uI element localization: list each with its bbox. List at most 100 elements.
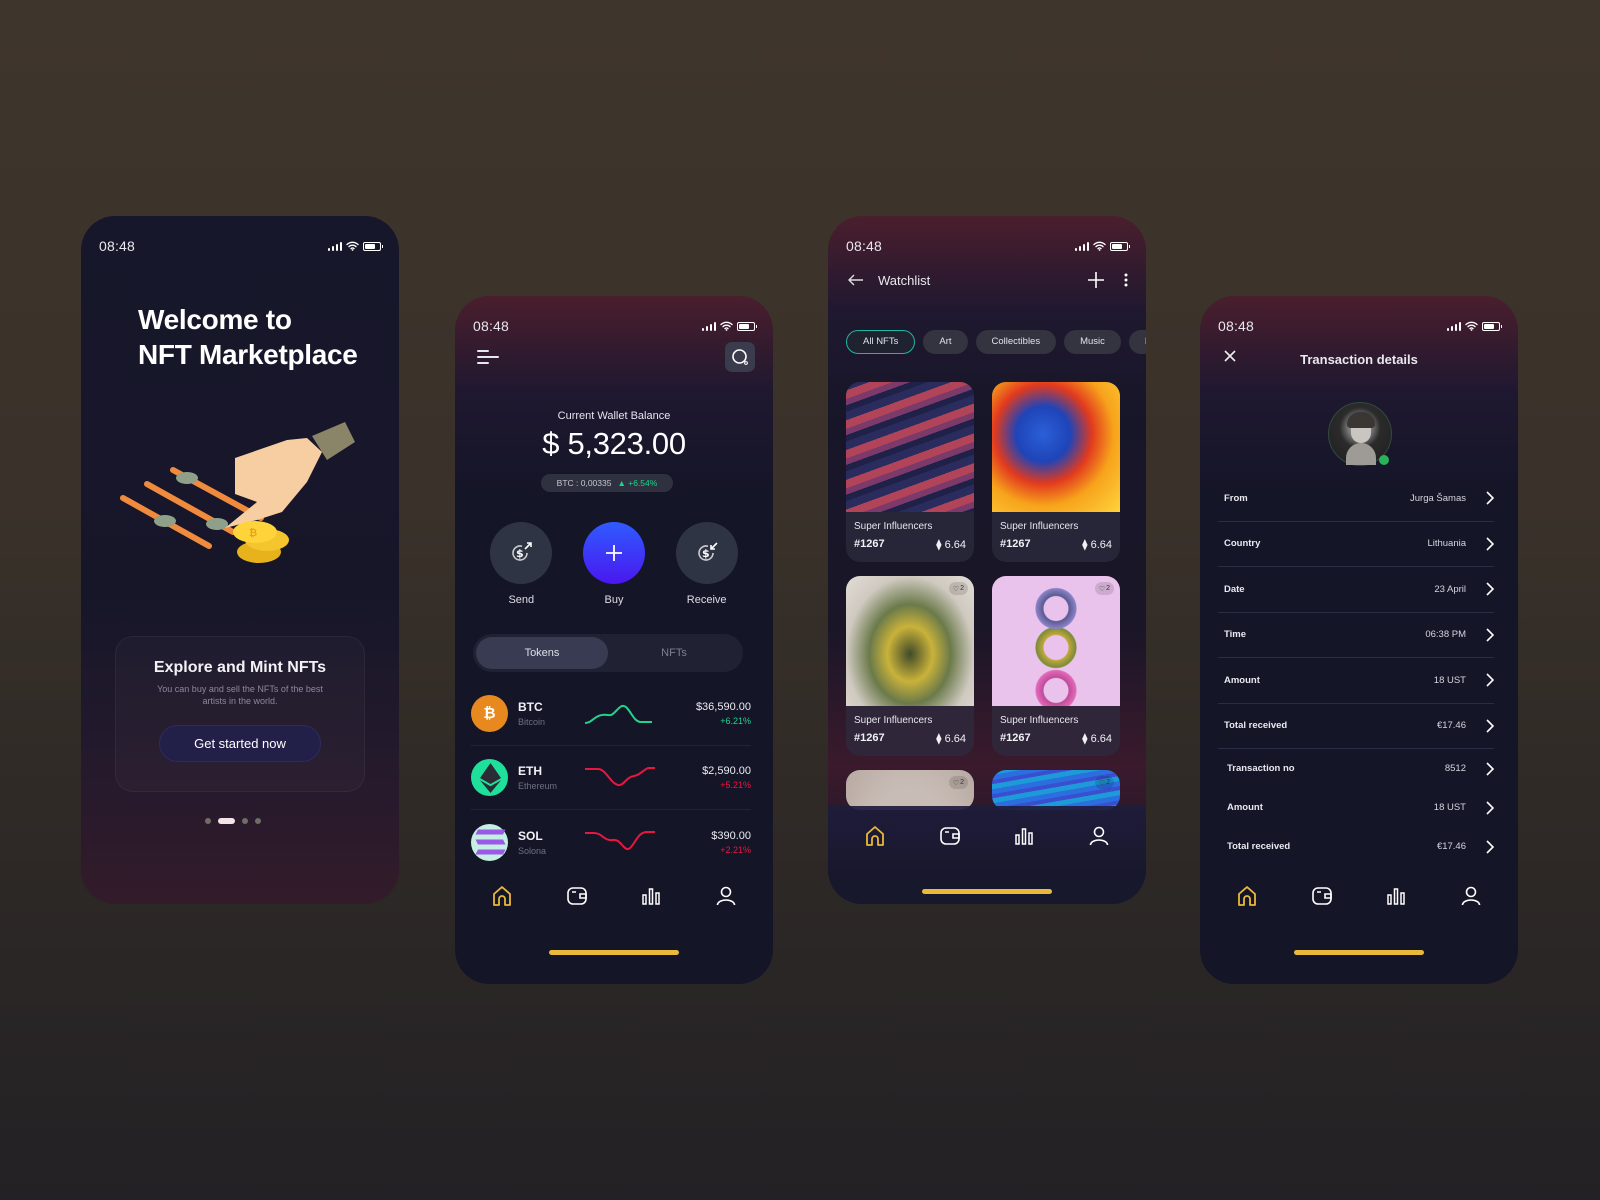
nft-card[interactable]: ♡ 2: [992, 770, 1120, 810]
detail-row[interactable]: From Jurga Šamas: [1218, 476, 1494, 522]
nft-collection: Super Influencers: [1000, 715, 1079, 726]
nav-stats[interactable]: [1376, 876, 1416, 916]
nft-card[interactable]: Super Influencers #1267 ⧫ 6.64: [992, 382, 1120, 562]
like-badge[interactable]: ♡ 2: [948, 776, 968, 789]
bottom-nav: [1200, 876, 1518, 916]
chip-all-nfts[interactable]: All NFTs: [846, 330, 916, 354]
wallet-icon: [566, 887, 587, 905]
chip-collectibles[interactable]: Collectibles: [975, 330, 1057, 354]
watchlist-screen: 08:48 Watchlist All NFTs Art Collectible…: [828, 216, 1146, 904]
page-indicator[interactable]: [205, 818, 261, 824]
token-row-sol[interactable]: SOL Solona $390.00 +2.21%: [471, 810, 751, 874]
sender-avatar[interactable]: [1328, 402, 1392, 466]
nft-image: ♡ 2: [846, 576, 974, 706]
nft-collection: Super Influencers: [854, 715, 933, 726]
heart-icon: ♡: [1098, 779, 1106, 787]
send-button[interactable]: $ Send: [486, 522, 556, 606]
status-time: 08:48: [99, 238, 136, 254]
page-dot[interactable]: [205, 818, 211, 824]
title-line-1: Welcome to: [138, 304, 292, 335]
nav-home[interactable]: [1227, 876, 1267, 916]
nft-price: ⧫ 6.64: [1082, 733, 1112, 745]
detail-row[interactable]: Time 06:38 PM: [1218, 613, 1494, 658]
get-started-button[interactable]: Get started now: [159, 725, 321, 762]
nft-id: #1267: [854, 732, 885, 744]
status-time: 08:48: [473, 318, 510, 334]
status-bar: 08:48: [1218, 318, 1502, 334]
bitcoin-icon: ₿: [471, 695, 508, 732]
chip-music[interactable]: Music: [1064, 330, 1121, 354]
nav-profile[interactable]: [706, 876, 746, 916]
receive-dollar-icon: $: [697, 542, 718, 561]
detail-row[interactable]: Amount 18 UST: [1218, 658, 1494, 704]
wallet-screen: 08:48 Current Wallet Balance $ 5,323.00 …: [455, 296, 773, 984]
like-badge[interactable]: ♡ 2: [1094, 776, 1114, 789]
wifi-icon: [346, 241, 359, 251]
detail-row[interactable]: Amount 18 UST: [1218, 788, 1494, 827]
more-vertical-icon[interactable]: [1124, 273, 1128, 287]
chip-art[interactable]: Art: [923, 330, 968, 354]
detail-label: Transaction no: [1227, 763, 1295, 774]
detail-row[interactable]: Transaction no 8512: [1218, 749, 1494, 788]
nft-id: #1267: [854, 538, 885, 550]
receive-button[interactable]: $ Receive: [672, 522, 742, 606]
battery-icon: [1482, 321, 1502, 331]
detail-value: Jurga Šamas: [1410, 492, 1466, 504]
detail-row[interactable]: Country Lithuania: [1218, 522, 1494, 567]
category-filter: All NFTs Art Collectibles Music Photo: [846, 330, 1146, 354]
detail-row[interactable]: Total received €17.46: [1218, 827, 1494, 866]
bar-chart-icon: [642, 888, 660, 905]
nft-image: ♡ 2: [992, 770, 1120, 810]
battery-icon: [737, 321, 757, 331]
nft-card[interactable]: ♡ 2 Super Influencers #1267 ⧫ 6.64: [992, 576, 1120, 756]
nav-stats[interactable]: [1004, 816, 1044, 856]
chip-photo[interactable]: Photo: [1128, 330, 1146, 354]
nft-grid: Super Influencers #1267 ⧫ 6.64 Super Infl…: [846, 382, 1120, 810]
nav-profile[interactable]: [1079, 816, 1119, 856]
nft-card[interactable]: Super Influencers #1267 ⧫ 6.64: [846, 382, 974, 562]
nft-id: #1267: [1000, 538, 1031, 550]
nav-home[interactable]: [855, 816, 895, 856]
nav-profile[interactable]: [1451, 876, 1491, 916]
like-badge[interactable]: ♡ 2: [948, 582, 968, 595]
back-arrow-icon[interactable]: [848, 274, 864, 286]
nav-stats[interactable]: [631, 876, 671, 916]
nft-card[interactable]: ♡ 2 Super Influencers #1267 ⧫ 6.64: [846, 576, 974, 756]
add-icon[interactable]: [1088, 272, 1104, 288]
transaction-details-list: From Jurga Šamas Country Lithuania Date 23 Ap…: [1218, 476, 1494, 866]
detail-row[interactable]: Total received €17.46: [1218, 704, 1494, 749]
detail-value: 23 April: [1434, 583, 1466, 595]
heart-icon: ♡: [952, 779, 960, 787]
token-row-eth[interactable]: ETH Ethereum $2,590.00 +5.21%: [471, 746, 751, 810]
search-button[interactable]: [725, 342, 755, 372]
like-badge[interactable]: ♡ 2: [1094, 582, 1114, 595]
home-icon: [1238, 886, 1257, 906]
nft-card[interactable]: ♡ 2: [846, 770, 974, 810]
heart-icon: ♡: [952, 585, 960, 593]
sparkline-eth: [585, 766, 655, 786]
token-price: $390.00: [711, 829, 751, 842]
close-icon[interactable]: [1224, 350, 1236, 362]
menu-icon[interactable]: [477, 346, 499, 368]
detail-value: Lithuania: [1427, 538, 1466, 550]
nav-wallet[interactable]: [557, 876, 597, 916]
bottom-nav: [828, 816, 1146, 856]
nav-wallet[interactable]: [930, 816, 970, 856]
nav-wallet[interactable]: [1302, 876, 1342, 916]
detail-row[interactable]: Date 23 April: [1218, 567, 1494, 613]
nav-home[interactable]: [482, 876, 522, 916]
tab-nfts[interactable]: NFTs: [608, 637, 740, 669]
tab-tokens[interactable]: Tokens: [476, 637, 608, 669]
buy-button[interactable]: Buy: [579, 522, 649, 606]
profile-icon: [716, 886, 736, 906]
nft-image: [846, 382, 974, 512]
page-dot[interactable]: [255, 818, 261, 824]
asset-tabs: Tokens NFTs: [473, 634, 743, 672]
page-dot[interactable]: [242, 818, 248, 824]
signal-icon: [327, 241, 342, 251]
token-row-btc[interactable]: ₿ BTC Bitcoin $36,590.00 +6.21%: [471, 682, 751, 746]
card-description: You can buy and sell the NFTs of the bes…: [157, 684, 323, 706]
sparkline-btc: [584, 704, 652, 724]
page-dot-active[interactable]: [218, 818, 235, 824]
wallet-icon: [939, 827, 960, 845]
